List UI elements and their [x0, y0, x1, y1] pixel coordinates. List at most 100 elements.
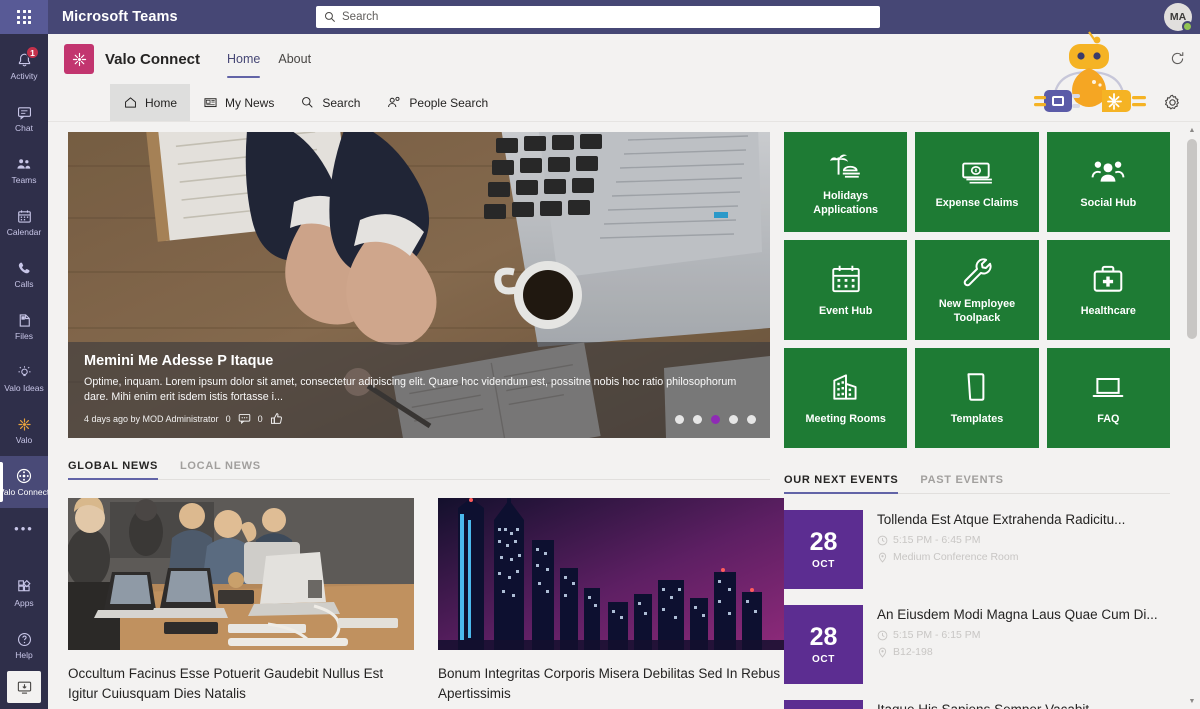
tile-healthcare[interactable]: Healthcare	[1046, 240, 1170, 340]
event-item[interactable]: 28 OCT Tollenda Est Atque Extrahenda Rad…	[784, 510, 1170, 589]
tab-past-events[interactable]: PAST EVENTS	[920, 474, 1003, 486]
news-card-title[interactable]: Bonum Integritas Corporis Misera Debilit…	[438, 664, 784, 703]
sidebar-item-label: Teams	[11, 175, 37, 186]
carousel-dot[interactable]	[675, 415, 684, 424]
sidebar-item-calls[interactable]: Calls	[0, 248, 48, 300]
subnav-item-label: My News	[225, 95, 275, 110]
comment-icon[interactable]	[238, 412, 251, 425]
tile-label: Expense Claims	[935, 196, 1019, 209]
avatar[interactable]: MA	[1164, 3, 1193, 32]
comment-count: 0	[225, 413, 231, 424]
subnav-item-my-news[interactable]: My News	[190, 84, 287, 121]
tab-our-next-events[interactable]: OUR NEXT EVENTS	[784, 474, 899, 494]
event-title[interactable]: Itaque His Sapiens Semper Vacabit	[877, 701, 1170, 709]
tile-label: Meeting Rooms	[805, 412, 886, 425]
event-title[interactable]: An Eiusdem Modi Magna Laus Quae Cum Di..…	[877, 606, 1170, 624]
carousel-dot[interactable]	[693, 415, 702, 424]
tile-meeting-rooms[interactable]: Meeting Rooms	[784, 348, 908, 448]
side-column: Holidays Applications Expense Claims Soc…	[784, 132, 1170, 709]
event-location: B12-198	[877, 646, 1170, 658]
news-card[interactable]: Bonum Integritas Corporis Misera Debilit…	[438, 498, 784, 703]
clock-icon	[877, 630, 888, 641]
sidebar-item-teams[interactable]: Teams	[0, 144, 48, 196]
tab-about[interactable]: About	[269, 34, 320, 84]
vertical-scrollbar[interactable]: ▲ ▼	[1184, 122, 1200, 709]
sidebar-item-label: Help	[15, 650, 33, 661]
carousel-dots[interactable]	[675, 415, 756, 424]
presence-available-icon	[1182, 21, 1193, 32]
subnav-item-search[interactable]: Search	[287, 84, 373, 121]
event-info: Tollenda Est Atque Extrahenda Radicitu..…	[877, 510, 1170, 589]
hero-meta: 4 days ago by MOD Administrator 0 0	[84, 412, 754, 425]
events-tabs: OUR NEXT EVENTS PAST EVENTS	[784, 474, 1170, 494]
location-pin-icon	[877, 552, 888, 563]
tile-label: Holidays Applications	[813, 190, 879, 216]
sidebar-item-valo-ideas[interactable]: Valo Ideas	[0, 352, 48, 404]
sidebar-item-valo[interactable]: Valo	[0, 404, 48, 456]
sidebar-item-calendar[interactable]: Calendar	[0, 196, 48, 248]
sidebar-item-valo-connect[interactable]: Valo Connect	[0, 456, 50, 508]
tile-faq[interactable]: FAQ	[1046, 348, 1170, 448]
tile-holidays-applications[interactable]: Holidays Applications	[784, 132, 908, 232]
tab-local-news[interactable]: LOCAL NEWS	[180, 460, 261, 472]
phone-icon	[16, 259, 33, 277]
news-card-title[interactable]: Occultum Facinus Esse Potuerit Gaudebit …	[68, 664, 414, 703]
tile-social-hub[interactable]: Social Hub	[1046, 132, 1170, 232]
sidebar-item-activity[interactable]: Activity 1	[0, 40, 48, 92]
tab-global-news[interactable]: GLOBAL NEWS	[68, 460, 158, 480]
carousel-dot[interactable]	[729, 415, 738, 424]
sidebar-item-label: Chat	[15, 123, 33, 134]
refresh-icon[interactable]	[1169, 50, 1186, 67]
caret-up-icon[interactable]: ▲	[1184, 122, 1200, 138]
download-desktop-app-icon[interactable]	[7, 671, 41, 703]
lightbulb-icon	[16, 363, 33, 381]
header-tabs: Home About	[218, 34, 320, 84]
thumbs-up-icon[interactable]	[270, 412, 283, 425]
news-card[interactable]: Occultum Facinus Esse Potuerit Gaudebit …	[68, 498, 414, 703]
sidebar-more-button[interactable]: •••	[0, 508, 48, 548]
subnav-item-people-search[interactable]: People Search	[373, 84, 501, 121]
location-pin-icon	[877, 647, 888, 658]
tile-templates[interactable]: Templates	[915, 348, 1039, 448]
tile-expense-claims[interactable]: Expense Claims	[915, 132, 1039, 232]
search-icon	[300, 95, 315, 110]
tile-new-employee-toolpack[interactable]: New Employee Toolpack	[915, 240, 1039, 340]
tile-label: Templates	[950, 412, 1004, 425]
caret-down-icon[interactable]: ▼	[1184, 693, 1200, 709]
search-bar[interactable]	[316, 6, 880, 28]
sidebar-item-apps[interactable]: Apps	[0, 567, 48, 619]
sidebar-item-label: Valo Connect	[0, 487, 50, 498]
events-section: OUR NEXT EVENTS PAST EVENTS 28 OCT Tolle…	[784, 474, 1170, 709]
scrollbar-thumb[interactable]	[1187, 139, 1197, 339]
event-info: An Eiusdem Modi Magna Laus Quae Cum Di..…	[877, 605, 1170, 684]
sidebar-item-label: Apps	[14, 598, 34, 609]
event-day: 28	[809, 527, 838, 556]
news-icon	[203, 95, 218, 110]
sidebar-item-chat[interactable]: Chat	[0, 92, 48, 144]
tab-home[interactable]: Home	[218, 34, 269, 84]
subnav-item-home[interactable]: Home	[110, 84, 191, 121]
quick-links-tiles: Holidays Applications Expense Claims Soc…	[784, 132, 1170, 448]
event-title[interactable]: Tollenda Est Atque Extrahenda Radicitu..…	[877, 511, 1170, 529]
sidebar-item-help[interactable]: Help	[0, 619, 48, 671]
sidebar-item-label: Valo	[15, 435, 33, 446]
hero-carousel[interactable]: Memini Me Adesse P Itaque Optime, inquam…	[68, 132, 770, 438]
document-icon	[960, 370, 994, 404]
hero-description: Optime, inquam. Lorem ipsum dolor sit am…	[84, 376, 737, 404]
top-bar: Microsoft Teams MA	[0, 0, 1200, 34]
search-input[interactable]	[342, 11, 843, 23]
event-location-text: Medium Conference Room	[893, 551, 1019, 564]
event-day: 28	[809, 622, 838, 651]
event-item[interactable]: Itaque His Sapiens Semper Vacabit	[784, 700, 1170, 709]
carousel-dot[interactable]	[747, 415, 756, 424]
valo-logo-icon	[64, 44, 94, 74]
home-icon	[123, 95, 138, 110]
tile-event-hub[interactable]: Event Hub	[784, 240, 908, 340]
event-item[interactable]: 28 OCT An Eiusdem Modi Magna Laus Quae C…	[784, 605, 1170, 684]
gear-icon[interactable]	[1163, 93, 1182, 112]
app-launcher-icon[interactable]	[0, 0, 48, 34]
search-icon	[324, 11, 336, 23]
carousel-dot-active[interactable]	[711, 415, 720, 424]
event-location-text: B12-198	[893, 646, 933, 659]
sidebar-item-files[interactable]: Files	[0, 300, 48, 352]
